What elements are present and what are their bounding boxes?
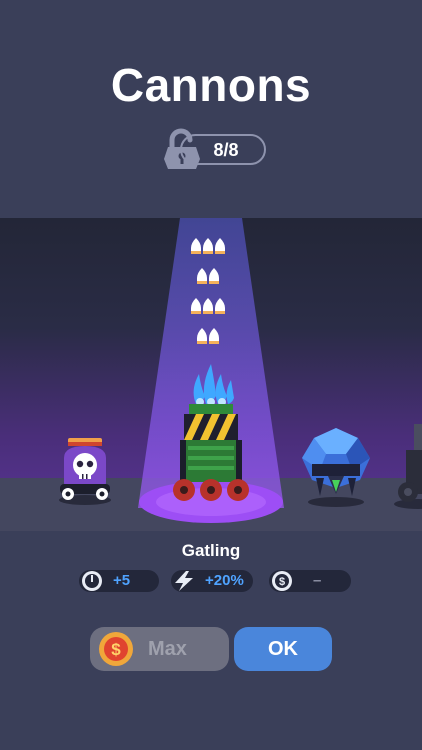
power-gauge-icon	[82, 571, 102, 591]
svg-text:$: $	[111, 640, 121, 659]
svg-text:$: $	[279, 576, 285, 588]
stat-income-value: –	[313, 572, 322, 589]
lightning-icon	[175, 571, 193, 591]
stat-speed-value: +20%	[205, 572, 244, 589]
bullet-rounds-icon	[191, 238, 225, 344]
page-title: Cannons	[110, 59, 312, 111]
stat-power: +5	[79, 570, 159, 592]
unlock-count: 8/8	[213, 140, 239, 160]
skull-cannon[interactable]	[56, 436, 114, 506]
ok-button-label: OK	[268, 638, 298, 660]
crystal-cannon[interactable]	[298, 424, 374, 508]
gold-coin-icon: $	[99, 632, 133, 666]
stat-speed: +20%	[171, 570, 253, 592]
coin-icon: $	[272, 571, 292, 591]
max-upgrade-button[interactable]: $ Max	[90, 627, 229, 671]
max-button-label: Max	[148, 638, 187, 660]
stat-income: $ –	[269, 570, 351, 592]
partial-cannon[interactable]	[394, 420, 422, 510]
gatling-cannon[interactable]	[170, 360, 252, 506]
ok-button[interactable]: OK	[234, 627, 332, 671]
stat-power-value: +5	[113, 572, 131, 589]
cannon-name: Gatling	[181, 541, 241, 560]
